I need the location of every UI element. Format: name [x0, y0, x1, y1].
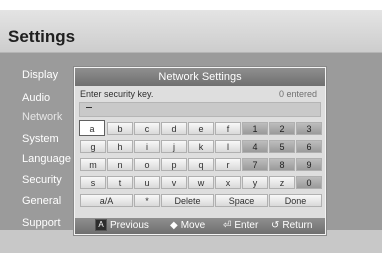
key-y[interactable]: y — [242, 176, 268, 189]
key-5[interactable]: 5 — [269, 140, 295, 153]
key-i[interactable]: i — [134, 140, 160, 153]
key-e[interactable]: e — [188, 122, 214, 135]
menu-item-language[interactable]: Language — [22, 153, 71, 165]
a-button-icon: A — [95, 219, 107, 232]
footer-return[interactable]: ↺ Return — [271, 218, 312, 234]
key-8[interactable]: 8 — [269, 158, 295, 171]
return-icon: ↺ — [271, 220, 280, 231]
menu-item-audio[interactable]: Audio — [22, 92, 50, 104]
key-v[interactable]: v — [161, 176, 187, 189]
key-j[interactable]: j — [161, 140, 187, 153]
key-q[interactable]: q — [188, 158, 214, 171]
security-key-prompt: Enter security key. — [80, 89, 154, 99]
key-0[interactable]: 0 — [296, 176, 322, 189]
key-p[interactable]: p — [161, 158, 187, 171]
key-f[interactable]: f — [215, 122, 241, 135]
menu-item-security[interactable]: Security — [22, 174, 62, 186]
menu-item-network[interactable]: Network — [22, 111, 62, 123]
footer-previous[interactable]: A Previous — [95, 218, 149, 234]
network-settings-dialog: Network Settings Enter security key. 0 e… — [74, 67, 326, 235]
footer-previous-label: Previous — [110, 220, 149, 231]
footer-move[interactable]: ◆ Move — [170, 218, 205, 234]
key-z[interactable]: z — [269, 176, 295, 189]
key-t[interactable]: t — [107, 176, 133, 189]
key-w[interactable]: w — [188, 176, 214, 189]
footer-enter-label: Enter — [234, 220, 259, 231]
footer-return-label: Return — [282, 220, 313, 231]
key-x[interactable]: x — [215, 176, 241, 189]
menu-item-general[interactable]: General — [22, 195, 61, 207]
key-n[interactable]: n — [107, 158, 133, 171]
key-delete[interactable]: Delete — [161, 194, 214, 207]
key-4[interactable]: 4 — [242, 140, 268, 153]
menu-item-support[interactable]: Support — [22, 217, 61, 229]
key-k[interactable]: k — [188, 140, 214, 153]
key-done[interactable]: Done — [269, 194, 322, 207]
menu-item-system[interactable]: System — [22, 133, 59, 145]
key-u[interactable]: u — [134, 176, 160, 189]
key-g[interactable]: g — [80, 140, 106, 153]
enter-icon: ⏎ — [223, 220, 232, 231]
key-h[interactable]: h — [107, 140, 133, 153]
security-key-input[interactable] — [79, 102, 321, 117]
entered-count: 0 entered — [278, 89, 317, 99]
key-3[interactable]: 3 — [296, 122, 322, 135]
key-2[interactable]: 2 — [269, 122, 295, 135]
key-6[interactable]: 6 — [296, 140, 322, 153]
key-a[interactable]: a — [79, 120, 105, 136]
key-9[interactable]: 9 — [296, 158, 322, 171]
title-bar: Settings — [0, 10, 382, 53]
key-space[interactable]: Space — [215, 194, 268, 207]
key-o[interactable]: o — [134, 158, 160, 171]
key-d[interactable]: d — [161, 122, 187, 135]
tv-screen: Settings Display Audio Network System La… — [0, 10, 382, 253]
footer-enter[interactable]: ⏎ Enter — [223, 218, 258, 234]
key-asterisk[interactable]: * — [134, 194, 160, 207]
key-7[interactable]: 7 — [242, 158, 268, 171]
text-cursor — [86, 107, 92, 108]
dialog-footer: A Previous ◆ Move ⏎ Enter ↺ Return — [75, 218, 325, 234]
key-case-toggle[interactable]: a/A — [80, 194, 133, 207]
key-1[interactable]: 1 — [242, 122, 268, 135]
dialog-title: Network Settings — [75, 68, 325, 86]
move-arrows-icon: ◆ — [170, 220, 178, 231]
menu-item-display[interactable]: Display — [22, 69, 58, 81]
page-title: Settings — [8, 27, 76, 46]
key-m[interactable]: m — [80, 158, 106, 171]
key-b[interactable]: b — [107, 122, 133, 135]
key-l[interactable]: l — [215, 140, 241, 153]
footer-move-label: Move — [180, 220, 206, 231]
key-c[interactable]: c — [134, 122, 160, 135]
key-s[interactable]: s — [80, 176, 106, 189]
key-r[interactable]: r — [215, 158, 241, 171]
